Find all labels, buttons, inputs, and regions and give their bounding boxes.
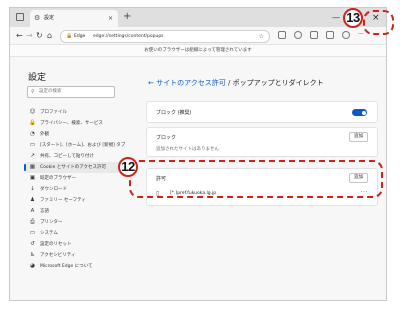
lock-icon: 🔒 [66,33,73,39]
back-icon[interactable]: ← [16,27,23,44]
block-list-card: ブロック 追加 追加されたサイトはありません [146,127,378,157]
sidebar-item-reset-settings[interactable]: ↺ 設定のリセット [24,239,128,250]
tab-close-icon[interactable]: × [108,10,113,27]
sidebar-item-printers[interactable]: ⎙ プリンター [24,217,128,228]
sidebar-item-downloads[interactable]: ↓ ダウンロード [24,184,128,195]
sidebar-item-label: アクセシビリティ [40,253,76,258]
highlight-allow-section [129,160,383,198]
breadcrumb: ← サイトのアクセス許可 / ポップアップとリダイレクト [148,78,324,88]
language-icon: A [30,208,35,214]
sidebar-item-label: Microsoft Edge について [40,264,93,269]
annotation-marker-13: 13 [343,8,363,28]
sidebar-item-family-safety[interactable]: ♟ ファミリー セーフティ [24,195,128,206]
settings-sidebar: 設定 ⚲ 設定の検索 ☺ プロファイル 🔒 プライバシー、検索、サービス ◔ 外… [10,56,132,300]
home-icon[interactable]: ⌂ [47,27,52,44]
sidebar-item-share-copy-paste[interactable]: ↗ 共有、コピーして貼り付け [24,151,128,162]
address-url: edge://settings/content/popups [93,34,164,39]
sidebar-item-label: 既定のブラウザー [40,176,76,181]
printer-icon: ⎙ [30,219,35,225]
sidebar-item-cookies-permissions[interactable]: ▦ Cookie とサイトのアクセス許可 [24,162,128,173]
edge-app-icon[interactable] [294,31,302,39]
sidebar-item-label: ファミリー セーフティ [40,198,86,203]
profile-icon: ☺ [29,109,36,115]
favorite-star-icon[interactable]: ☆ [259,31,264,42]
sidebar-item-system[interactable]: ▭ システム [24,228,128,239]
sidebar-item-start-home-newtab[interactable]: ▭ [スタート]、[ホーム]、および [新規] タブ [24,140,128,151]
extension-icon[interactable] [278,31,286,39]
sidebar-item-label: 言語 [40,209,49,214]
sidebar-title: 設定 [28,73,47,83]
block-empty-text: 追加されたサイトはありません [156,147,219,152]
back-arrow-icon[interactable]: ← [148,79,154,87]
sidebar-item-appearance[interactable]: ◔ 外観 [24,129,128,140]
minimize-icon[interactable]: — [332,9,340,26]
tab-title: 設定 [44,15,55,21]
sidebar-item-label: [スタート]、[ホーム]、および [新規] タブ [40,143,126,148]
block-recommended-toggle[interactable] [352,109,367,116]
forward-icon[interactable]: → [26,27,33,44]
download-icon: ↓ [30,186,35,192]
block-list-label: ブロック [156,135,177,141]
sidebar-item-languages[interactable]: A 言語 [24,206,128,217]
start-page-icon: ▭ [29,142,36,148]
cookie-icon: ▦ [29,164,36,170]
lock-icon: 🔒 [29,120,36,126]
sidebar-item-label: プロファイル [40,110,67,115]
breadcrumb-site-permissions[interactable]: サイトのアクセス許可 [156,79,226,87]
more-menu-icon[interactable]: ··· [358,31,366,39]
breadcrumb-separator: / [225,79,233,87]
search-icon: ⚲ [31,89,35,95]
block-recommended-label: ブロック (推奨) [156,110,192,116]
share-icon: ↗ [30,153,35,159]
sidebar-item-label: システム [40,231,58,236]
window-menu-icon[interactable] [16,13,24,21]
sidebar-item-privacy[interactable]: 🔒 プライバシー、検索、サービス [24,118,128,129]
family-icon: ♟ [30,197,35,203]
sidebar-item-label: Cookie とサイトのアクセス許可 [40,165,106,170]
refresh-icon[interactable]: ↻ [36,27,43,44]
sidebar-item-label: 共有、コピーして貼り付け [40,154,94,159]
reset-icon: ↺ [30,241,35,247]
search-placeholder: 設定の検索 [39,89,62,94]
sidebar-item-label: プライバシー、検索、サービス [40,121,103,126]
sidebar-item-label: ダウンロード [40,187,67,192]
system-icon: ▭ [29,230,36,236]
annotation-marker-12: 12 [118,157,138,177]
sidebar-item-label: 設定のリセット [40,242,72,247]
browser-window: ⚙ 設定 × + — □ ← → ↻ ⌂ 🔒 Edge edge://setti… [9,7,387,301]
browser-icon: ▣ [29,175,36,181]
toggle-knob [361,110,366,115]
tab-settings[interactable]: ⚙ 設定 × [30,10,118,27]
page-title: ポップアップとリダイレクト [232,79,324,87]
favorites-icon[interactable] [326,31,334,39]
profile-icon[interactable] [342,31,350,39]
accessibility-icon: ♿ [30,252,35,258]
new-tab-icon[interactable]: + [123,9,131,25]
edge-logo-icon: ◕ [30,263,35,269]
tab-bar: ⚙ 設定 × + — □ [10,8,386,27]
sidebar-item-default-browser[interactable]: ▣ 既定のブラウザー [24,173,128,184]
settings-search-input[interactable]: ⚲ 設定の検索 [27,86,115,98]
sidebar-item-label: 外観 [40,132,49,137]
block-recommended-card: ブロック (推奨) [146,101,378,123]
address-brand: Edge [74,34,86,39]
window-close-icon[interactable]: × [372,13,380,23]
sidebar-item-accessibility[interactable]: ♿ アクセシビリティ [24,250,128,261]
navigation-bar: ← → ↻ ⌂ 🔒 Edge edge://settings/content/p… [10,27,386,44]
address-bar[interactable]: 🔒 Edge edge://settings/content/popups ☆ [60,30,270,43]
collections-icon[interactable] [310,31,318,39]
managed-info-text: お使いのブラウザーは組織によって管理されています [144,48,252,53]
block-add-button[interactable]: 追加 [349,132,368,142]
appearance-icon: ◔ [30,131,35,137]
sidebar-item-label: プリンター [40,220,63,225]
gear-icon: ⚙ [34,14,41,22]
sidebar-item-profile[interactable]: ☺ プロファイル [24,107,128,118]
sidebar-item-about-edge[interactable]: ◕ Microsoft Edge について [24,261,128,272]
